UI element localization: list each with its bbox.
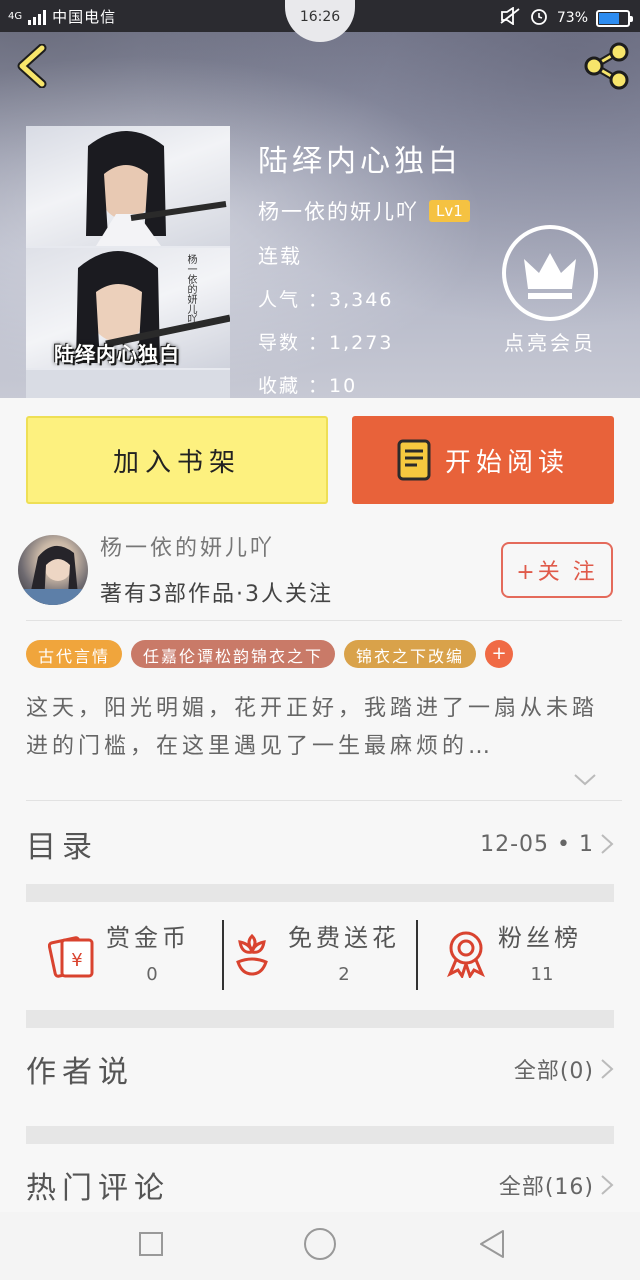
- book-icon: [397, 439, 431, 481]
- author-says-row[interactable]: 作者说 全部(0): [26, 1044, 614, 1094]
- battery-percent: 73%: [556, 10, 588, 26]
- reward-count: 0: [146, 964, 158, 985]
- tag-chip[interactable]: 任嘉伦谭松韵锦衣之下: [131, 640, 336, 668]
- chevron-down-icon: [574, 774, 596, 786]
- section-separator: [26, 884, 614, 902]
- chevron-right-icon: [601, 834, 614, 854]
- author-says-label: 作者说: [26, 1055, 134, 1090]
- expand-summary-button[interactable]: [573, 772, 597, 788]
- book-title: 陆绎内心独白: [258, 144, 462, 179]
- start-reading-button[interactable]: 开始阅读: [352, 416, 614, 504]
- author-avatar[interactable]: [18, 535, 88, 605]
- serial-status: 连载: [258, 244, 302, 268]
- book-header: 4G 中国电信 16:26 73% 杨一依的妍儿吖 陆绎内心独白 陆绎内心独白 …: [0, 0, 640, 398]
- flower-icon: [236, 933, 268, 976]
- reward-count: 11: [530, 964, 554, 985]
- system-back-button[interactable]: [478, 1228, 506, 1260]
- reward-gold-coin[interactable]: ¥ 赏金币 0: [26, 918, 222, 994]
- back-button[interactable]: [14, 43, 54, 89]
- carrier-name: 中国电信: [52, 8, 117, 26]
- cover-title: 陆绎内心独白: [54, 342, 180, 366]
- tag-list: 古代言情 任嘉伦谭松韵锦衣之下 锦衣之下改编 +: [26, 640, 514, 668]
- start-reading-label: 开始阅读: [444, 447, 569, 478]
- follow-button[interactable]: +关 注: [501, 542, 613, 598]
- network-type: 4G: [8, 11, 23, 22]
- level-badge: Lv1: [429, 200, 470, 222]
- book-cover[interactable]: 杨一依的妍儿吖 陆绎内心独白: [26, 126, 230, 398]
- mute-icon: [499, 6, 521, 29]
- add-to-shelf-button[interactable]: 加入书架: [26, 416, 328, 504]
- chevron-right-icon: [601, 1059, 614, 1079]
- signal-icon: [28, 9, 47, 25]
- catalog-row[interactable]: 目录 12-05 • 1: [26, 818, 614, 870]
- status-bar: 4G 中国电信 16:26 73%: [0, 0, 640, 42]
- vip-label: 点亮会员: [504, 331, 596, 355]
- reward-label: 免费送花: [288, 924, 400, 952]
- reward-fan-rank[interactable]: 粉丝榜 11: [418, 918, 614, 994]
- crown-icon: [502, 225, 598, 321]
- svg-text:¥: ¥: [71, 950, 82, 971]
- alarm-icon: [529, 6, 549, 30]
- reward-count: 2: [338, 964, 350, 985]
- author-meta: 著有3部作品·3人关注: [100, 582, 333, 607]
- battery-icon: [596, 9, 633, 27]
- divider: [26, 800, 622, 801]
- author-says-count: 全部(0): [513, 1059, 594, 1084]
- section-separator: [26, 1010, 614, 1028]
- reward-free-flower[interactable]: 免费送花 2: [224, 918, 416, 994]
- hot-comments-count: 全部(16): [498, 1175, 594, 1200]
- system-nav-bar: [0, 1212, 640, 1280]
- tag-chip[interactable]: 锦衣之下改编: [344, 640, 477, 668]
- medal-icon: [447, 931, 485, 978]
- book-summary[interactable]: 这天，阳光明媚，花开正好，我踏进了一扇从未踏进的门槛，在这里遇见了一生最麻烦的…: [26, 690, 616, 766]
- home-button[interactable]: [304, 1228, 336, 1260]
- battery-level: [599, 12, 620, 24]
- gold-coin-icon: ¥: [48, 936, 94, 978]
- book-author[interactable]: 杨一依的妍儿吖: [258, 196, 419, 226]
- reward-label: 粉丝榜: [498, 924, 582, 952]
- cover-image-panel: [26, 370, 230, 398]
- popularity-stat: 人气 ：3,346: [258, 289, 394, 311]
- share-icon: [584, 42, 629, 90]
- hot-comments-row[interactable]: 热门评论 全部(16): [26, 1160, 614, 1210]
- triangle-back-icon: [480, 1230, 504, 1258]
- book-author-row: 杨一依的妍儿吖 Lv1: [258, 196, 470, 226]
- divider: [26, 620, 622, 621]
- reward-label: 赏金币: [106, 924, 190, 952]
- cover-image-panel: [26, 126, 230, 246]
- tag-chip[interactable]: 古代言情: [26, 640, 123, 668]
- chevron-left-icon: [17, 43, 47, 89]
- catalog-label: 目录: [26, 830, 98, 865]
- rewards-row: ¥ 赏金币 0 免费送花 2 粉丝榜 11: [26, 918, 614, 994]
- recent-apps-button[interactable]: [139, 1232, 163, 1256]
- add-tag-button[interactable]: +: [485, 640, 514, 668]
- vip-button[interactable]: 点亮会员: [500, 225, 600, 356]
- favorites-stat: 收藏 ：10: [258, 375, 358, 397]
- author-name[interactable]: 杨一依的妍儿吖: [100, 530, 275, 562]
- book-info: 陆绎内心独白 杨一依的妍儿吖 Lv1 连载 人气 ：3,346 导数 ：1,27…: [258, 136, 470, 398]
- share-button[interactable]: [582, 42, 630, 90]
- chevron-right-icon: [601, 1175, 614, 1195]
- section-separator: [26, 1126, 614, 1144]
- hot-comments-label: 热门评论: [26, 1171, 170, 1206]
- guides-stat: 导数 ：1,273: [258, 332, 394, 354]
- catalog-latest: 12-05 • 1: [480, 831, 594, 857]
- cover-side-text: 杨一依的妍儿吖: [185, 254, 196, 324]
